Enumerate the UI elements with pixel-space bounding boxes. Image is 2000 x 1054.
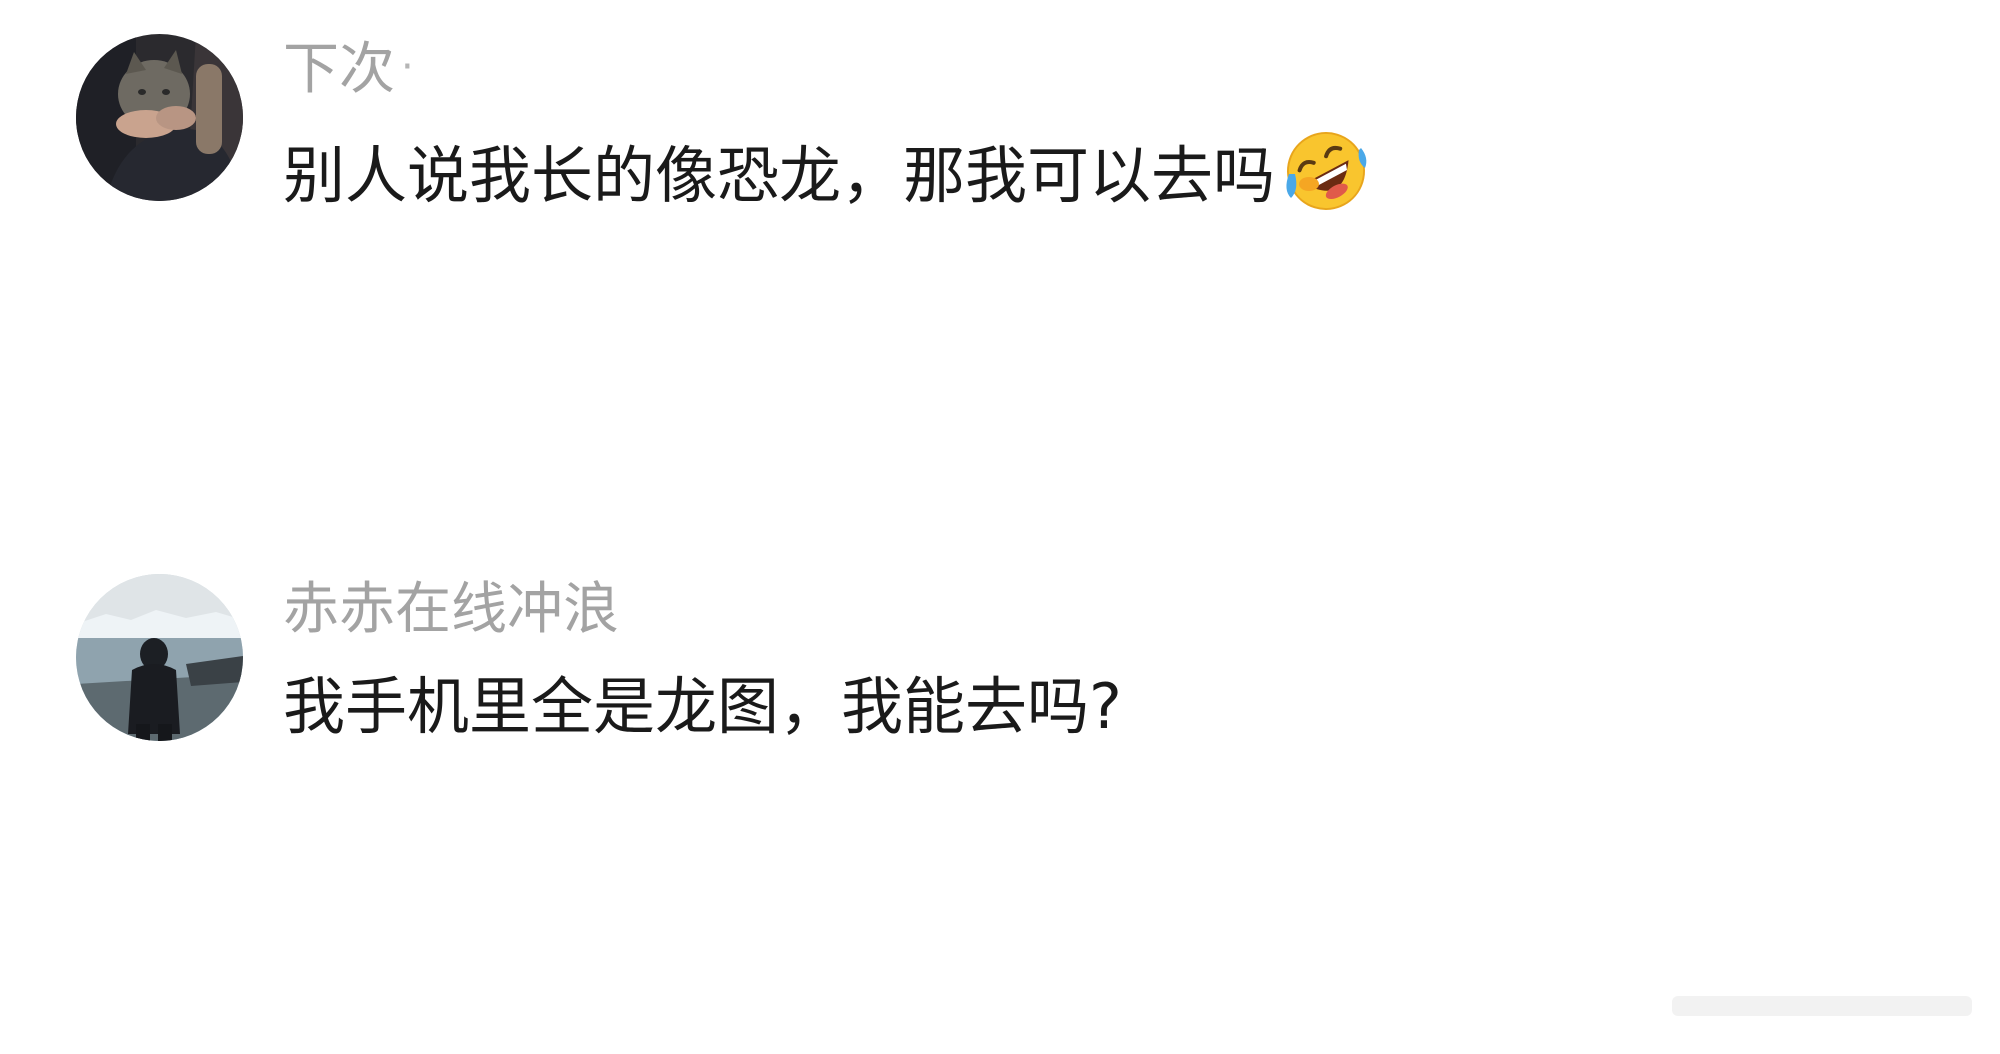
rolling-on-floor-laughing-icon <box>1281 128 1371 224</box>
username-dot-separator: · <box>401 44 414 90</box>
comment-item: 下次 · 别人说我长的像恐龙，那我可以去吗 <box>0 28 2000 228</box>
comment-body: 我手机里全是龙图，我能去吗? <box>283 670 1122 743</box>
comment-text: 别人说我长的像恐龙，那我可以去吗 <box>283 132 1371 224</box>
comment-body: 别人说我长的像恐龙，那我可以去吗 <box>283 139 1276 213</box>
watermark-icon <box>1672 996 1972 1016</box>
avatar-person-holding-cat-icon <box>76 34 243 201</box>
comment-item: 赤赤在线冲浪 我手机里全是龙图，我能去吗? <box>0 568 2000 768</box>
username-text[interactable]: 赤赤在线冲浪 <box>283 577 619 642</box>
comment-text: 我手机里全是龙图，我能去吗? <box>283 676 1122 738</box>
comment-username[interactable]: 下次 · <box>283 42 414 98</box>
username-text[interactable]: 下次 <box>283 37 395 102</box>
avatar-person-by-glacier-lake-icon <box>76 574 243 741</box>
comment-username[interactable]: 赤赤在线冲浪 <box>283 582 619 638</box>
user-avatar[interactable] <box>76 574 243 741</box>
user-avatar[interactable] <box>76 34 243 201</box>
